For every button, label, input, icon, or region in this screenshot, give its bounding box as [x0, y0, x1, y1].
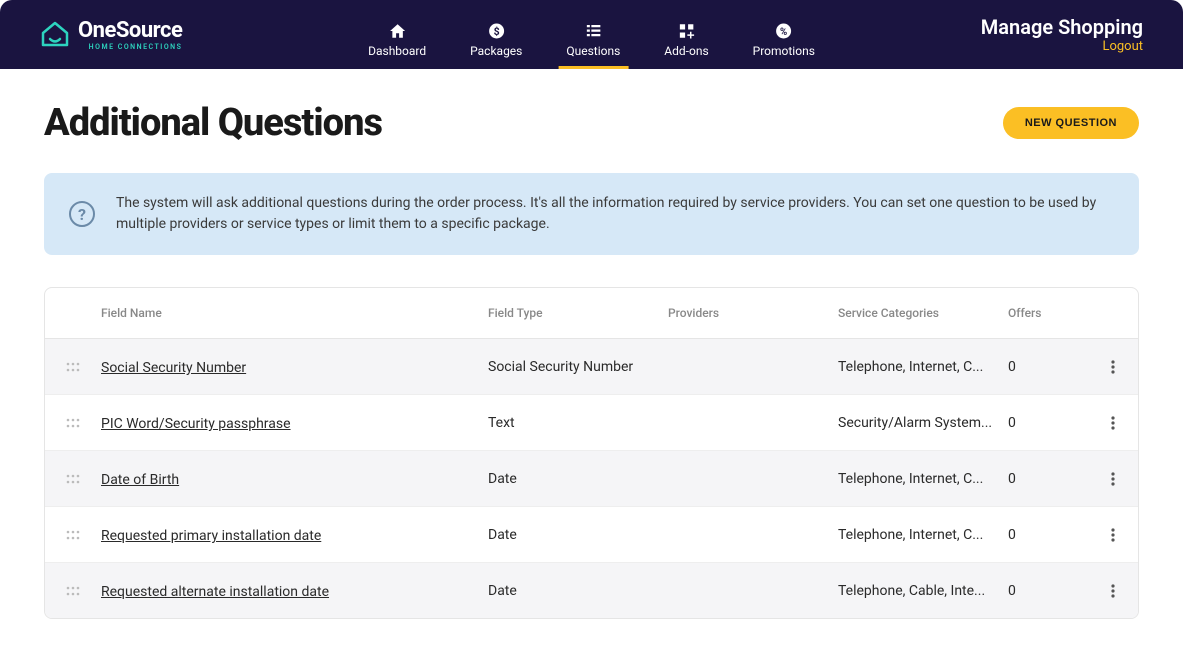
home-icon — [388, 22, 406, 40]
main-nav: Dashboard $ Packages Questions Add-ons %… — [360, 0, 823, 69]
drag-handle-icon[interactable] — [45, 586, 101, 596]
new-question-button[interactable]: NEW QUESTION — [1003, 107, 1139, 139]
field-name-link[interactable]: Date of Birth — [101, 472, 179, 488]
grid-plus-icon — [677, 22, 695, 40]
table-row: PIC Word/Security passphrase Text Security… — [45, 395, 1138, 451]
service-categories-cell: Telephone, Internet, C... — [838, 471, 1008, 487]
service-categories-cell: Security/Alarm System... — [838, 415, 1008, 431]
content: Additional Questions NEW QUESTION ? The … — [0, 69, 1183, 651]
nav-addons[interactable]: Add-ons — [656, 0, 716, 69]
row-menu-button[interactable] — [1088, 416, 1138, 430]
nav-questions[interactable]: Questions — [558, 0, 628, 69]
info-text: The system will ask additional questions… — [116, 193, 1115, 235]
offers-cell: 0 — [1008, 471, 1088, 487]
th-providers: Providers — [668, 306, 838, 320]
row-menu-button[interactable] — [1088, 360, 1138, 374]
th-field-name: Field Name — [101, 306, 488, 320]
logout-link[interactable]: Logout — [981, 39, 1143, 54]
nav-promotions[interactable]: % Promotions — [745, 0, 823, 69]
logo-text-sub: HOME CONNECTIONS — [78, 43, 182, 51]
nav-label: Add-ons — [664, 44, 708, 58]
help-icon: ? — [68, 200, 96, 228]
field-name-link[interactable]: PIC Word/Security passphrase — [101, 416, 291, 432]
offers-cell: 0 — [1008, 527, 1088, 543]
table-row: Requested alternate installation date Dat… — [45, 563, 1138, 618]
table-row: Date of Birth Date Telephone, Internet, C.… — [45, 451, 1138, 507]
field-name-link[interactable]: Requested primary installation date — [101, 528, 321, 544]
percent-icon: % — [775, 22, 793, 40]
nav-packages[interactable]: $ Packages — [462, 0, 530, 69]
nav-label: Questions — [566, 44, 620, 58]
manage-shopping-title: Manage Shopping — [981, 15, 1143, 39]
header-right: Manage Shopping Logout — [981, 15, 1143, 54]
logo-text-main: OneSource — [78, 18, 182, 43]
logo[interactable]: OneSource HOME CONNECTIONS — [40, 18, 182, 51]
row-menu-button[interactable] — [1088, 584, 1138, 598]
nav-label: Dashboard — [368, 44, 426, 58]
drag-handle-icon[interactable] — [45, 418, 101, 428]
row-menu-button[interactable] — [1088, 528, 1138, 542]
row-menu-button[interactable] — [1088, 472, 1138, 486]
table-header: Field Name Field Type Providers Service … — [45, 288, 1138, 339]
svg-text:?: ? — [78, 205, 86, 224]
th-offers: Offers — [1008, 306, 1088, 320]
logo-icon — [40, 20, 70, 50]
service-categories-cell: Telephone, Internet, C... — [838, 527, 1008, 543]
field-name-link[interactable]: Social Security Number — [101, 360, 246, 376]
table-row: Social Security Number Social Security Nu… — [45, 339, 1138, 395]
questions-table: Field Name Field Type Providers Service … — [44, 287, 1139, 619]
th-service-categories: Service Categories — [838, 306, 1008, 320]
list-icon — [584, 22, 602, 40]
service-categories-cell: Telephone, Internet, C... — [838, 359, 1008, 375]
service-categories-cell: Telephone, Cable, Inte... — [838, 583, 1008, 599]
field-type-cell: Text — [488, 415, 668, 431]
th-field-type: Field Type — [488, 306, 668, 320]
nav-label: Packages — [470, 44, 522, 58]
offers-cell: 0 — [1008, 415, 1088, 431]
info-box: ? The system will ask additional questio… — [44, 173, 1139, 255]
field-type-cell: Date — [488, 527, 668, 543]
svg-text:%: % — [780, 26, 787, 37]
svg-text:$: $ — [493, 24, 499, 37]
nav-dashboard[interactable]: Dashboard — [360, 0, 434, 69]
page-header: Additional Questions NEW QUESTION — [44, 101, 1139, 145]
header: OneSource HOME CONNECTIONS Dashboard $ P… — [0, 0, 1183, 69]
drag-handle-icon[interactable] — [45, 530, 101, 540]
field-type-cell: Date — [488, 471, 668, 487]
drag-handle-icon[interactable] — [45, 474, 101, 484]
table-row: Requested primary installation date Date T… — [45, 507, 1138, 563]
field-type-cell: Date — [488, 583, 668, 599]
offers-cell: 0 — [1008, 583, 1088, 599]
dollar-icon: $ — [487, 22, 505, 40]
field-name-link[interactable]: Requested alternate installation date — [101, 584, 329, 600]
offers-cell: 0 — [1008, 359, 1088, 375]
drag-handle-icon[interactable] — [45, 362, 101, 372]
nav-label: Promotions — [753, 44, 815, 58]
page-title: Additional Questions — [44, 101, 382, 145]
field-type-cell: Social Security Number — [488, 359, 668, 375]
